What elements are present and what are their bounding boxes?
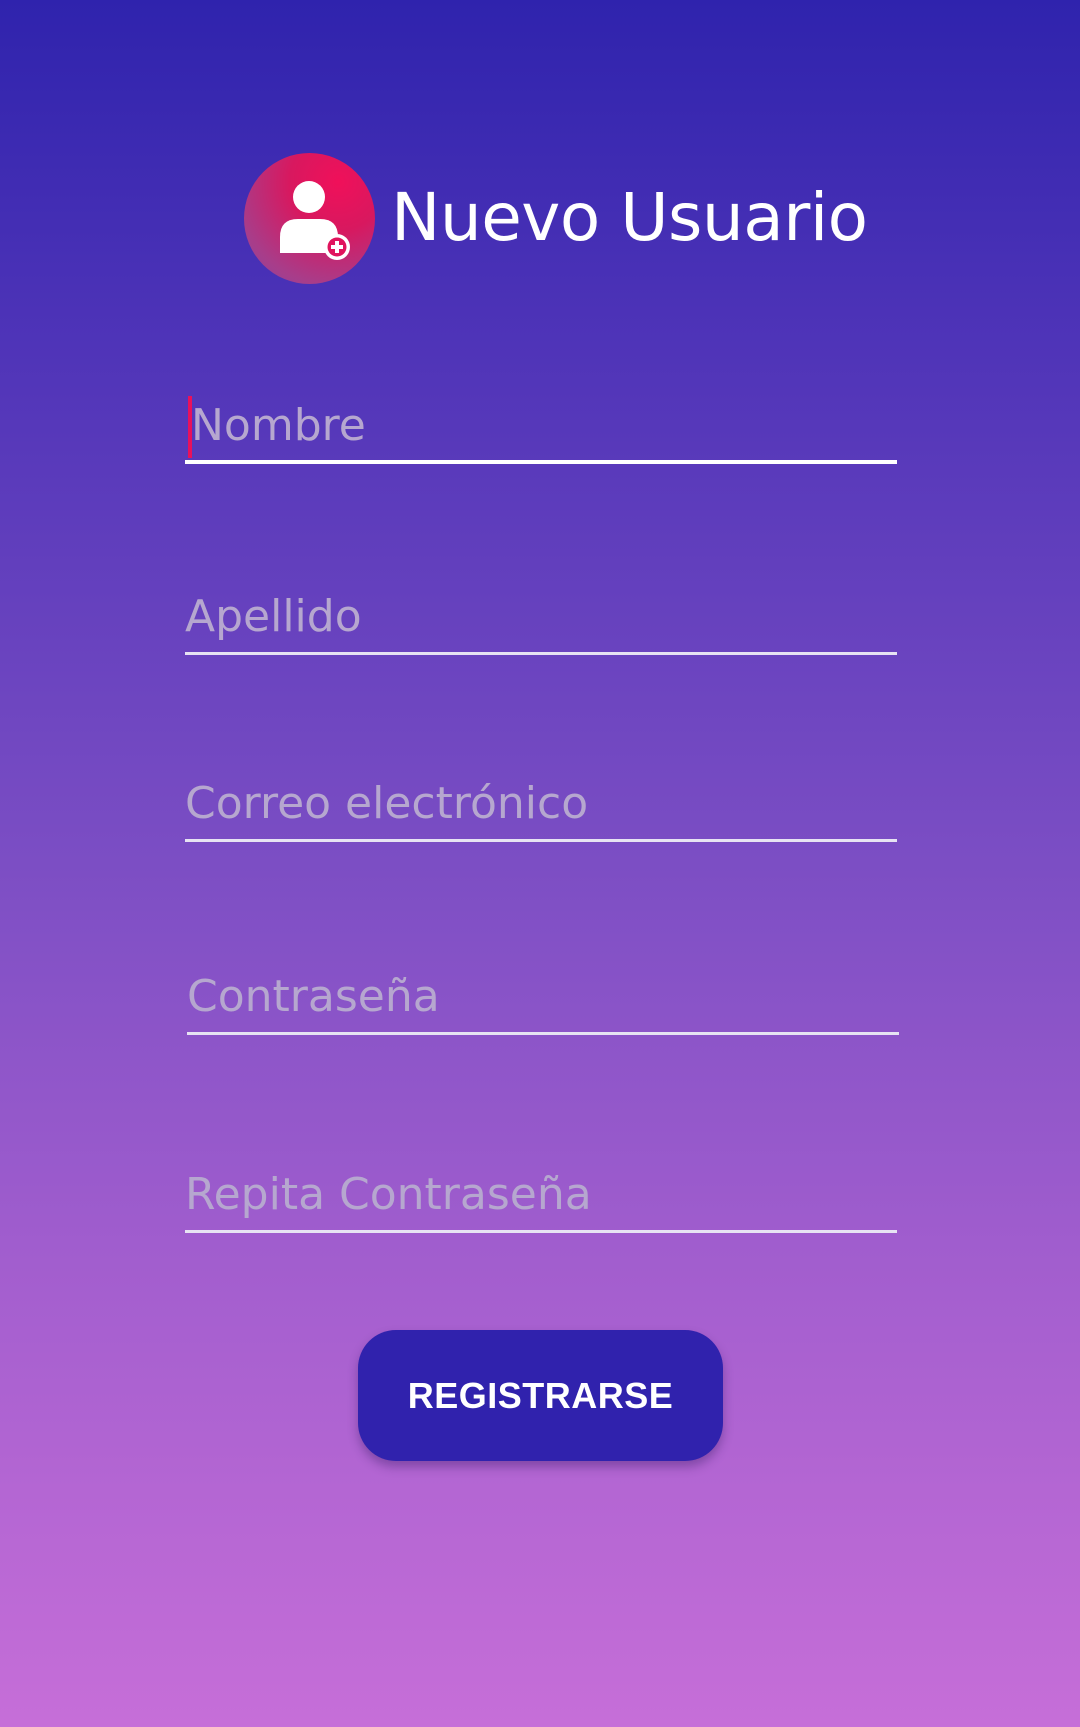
nombre-input[interactable] — [185, 394, 897, 456]
password-input[interactable] — [187, 965, 899, 1027]
apellido-underline — [185, 652, 897, 655]
email-field[interactable] — [185, 772, 897, 842]
email-input[interactable] — [185, 772, 897, 834]
add-user-icon — [244, 152, 375, 284]
text-cursor — [188, 396, 192, 458]
register-screen: Nuevo Usuario REGISTRARSE — [0, 0, 1080, 1727]
nombre-field[interactable] — [185, 394, 897, 464]
email-underline — [185, 839, 897, 842]
password-underline — [187, 1032, 899, 1035]
page-header: Nuevo Usuario — [244, 152, 868, 284]
page-title: Nuevo Usuario — [391, 179, 868, 256]
confirm-password-field[interactable] — [185, 1163, 897, 1233]
password-field[interactable] — [187, 965, 899, 1035]
register-button[interactable]: REGISTRARSE — [358, 1330, 723, 1461]
apellido-input[interactable] — [185, 585, 897, 647]
confirm-password-underline — [185, 1230, 897, 1233]
nombre-underline — [185, 460, 897, 464]
confirm-password-input[interactable] — [185, 1163, 897, 1225]
apellido-field[interactable] — [185, 585, 897, 655]
